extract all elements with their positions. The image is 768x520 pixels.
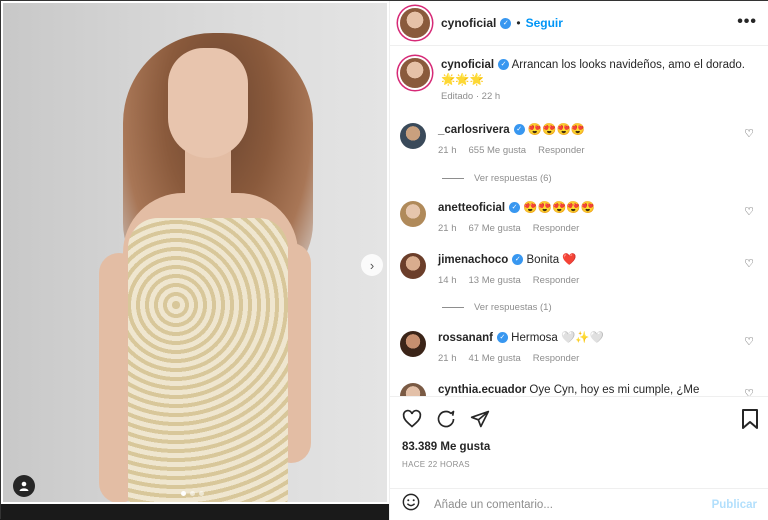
verified-badge-icon: ✓ (509, 202, 521, 214)
view-replies-button[interactable]: Ver respuestas (6) (442, 173, 552, 184)
heart-icon[interactable]: ♡ (744, 205, 754, 218)
caption-text-block: cynoficial ✓ Arrancan los looks navideños… (441, 58, 751, 88)
reply-button[interactable]: Responder (538, 143, 584, 158)
reply-button[interactable]: Responder (533, 221, 579, 236)
carousel-dot (199, 491, 204, 496)
comment-text: 😍😍😍😍😍 (523, 202, 595, 214)
comment-item: jimenachoco ✓ Bonita ❤️ 14 h 13 Me gusta … (400, 253, 760, 288)
avatar[interactable] (400, 58, 430, 88)
avatar[interactable] (400, 253, 426, 279)
view-replies-button[interactable]: Ver respuestas (1) (442, 302, 552, 313)
comment-time[interactable]: 14 h (438, 273, 457, 288)
carousel-dot (181, 491, 186, 496)
comment-time[interactable]: 21 h (438, 221, 457, 236)
comment-input[interactable]: Añade un comentario... (434, 499, 712, 511)
separator-dot: • (516, 16, 521, 30)
heart-icon[interactable] (402, 409, 422, 435)
heart-icon[interactable]: ♡ (744, 127, 754, 140)
caption-meta: Editado · 22 h (441, 91, 501, 102)
reply-button[interactable]: Responder (533, 351, 579, 366)
comment-composer: Añade un comentario... Publicar (390, 488, 768, 520)
heart-icon[interactable]: ♡ (744, 257, 754, 270)
post-caption: cynoficial ✓ Arrancan los looks navideños… (400, 58, 760, 102)
verified-badge-icon: ✓ (496, 332, 508, 344)
comment-text: Hermosa 🤍✨🤍 (511, 332, 604, 344)
follow-button[interactable]: Seguir (526, 16, 563, 30)
comment-icon[interactable] (436, 409, 456, 435)
comment-item: rossananf ✓ Hermosa 🤍✨🤍 21 h 41 Me gusta … (400, 331, 760, 366)
bookmark-icon[interactable] (741, 409, 759, 435)
heart-icon[interactable]: ♡ (744, 335, 754, 348)
next-arrow-icon[interactable]: › (361, 254, 383, 276)
heart-icon[interactable]: ♡ (744, 387, 754, 396)
likes-count[interactable]: 83.389 Me gusta (402, 441, 490, 453)
carousel-dot (190, 491, 195, 496)
post-actions: 83.389 Me gusta HACE 22 HORAS (390, 396, 768, 486)
comment-likes[interactable]: 13 Me gusta (469, 273, 521, 288)
avatar[interactable] (400, 8, 430, 38)
avatar[interactable] (400, 123, 426, 149)
verified-badge-icon: ✓ (500, 17, 512, 29)
comment-author[interactable]: cynthia.ecuador (438, 384, 526, 396)
emoji-icon[interactable] (402, 493, 420, 516)
reply-button[interactable]: Responder (533, 273, 579, 288)
post-time: HACE 22 HORAS (402, 460, 470, 469)
comment-item: cynthia.ecuador Oye Cyn, hoy es mi cumpl… (400, 383, 760, 396)
comment-author[interactable]: _carlosrivera (438, 124, 510, 136)
post-header: cynoficial ✓ • Seguir ••• (390, 1, 768, 46)
comment-item: _carlosrivera ✓ 😍😍😍😍 21 h 655 Me gusta Re… (400, 123, 760, 158)
carousel-dots (181, 491, 204, 496)
comment-item: anetteoficial ✓ 😍😍😍😍😍 21 h 67 Me gusta Re… (400, 201, 760, 236)
comment-likes[interactable]: 67 Me gusta (469, 221, 521, 236)
caption-author[interactable]: cynoficial (441, 59, 494, 71)
comment-author[interactable]: anetteoficial (438, 202, 505, 214)
view-replies-label: Ver respuestas (6) (474, 173, 552, 184)
post-photo[interactable]: › (3, 3, 387, 502)
comment-text: Bonita ❤️ (526, 254, 577, 266)
comment-likes[interactable]: 655 Me gusta (469, 143, 527, 158)
comment-time[interactable]: 21 h (438, 143, 457, 158)
publish-button[interactable]: Publicar (712, 499, 757, 511)
photo-face (168, 48, 248, 158)
post-author[interactable]: cynoficial (441, 16, 496, 30)
comment-author[interactable]: jimenachoco (438, 254, 508, 266)
post-modal: › cynoficial ✓ • Seguir ••• cynoficial ✓ … (0, 0, 768, 520)
share-icon[interactable] (470, 409, 490, 435)
replies-line (442, 178, 464, 179)
avatar[interactable] (400, 331, 426, 357)
replies-line (442, 307, 464, 308)
verified-badge-icon: ✓ (512, 254, 524, 266)
photo-dress (128, 218, 288, 502)
comment-text: 😍😍😍😍 (527, 124, 586, 136)
avatar[interactable] (400, 383, 426, 396)
comment-likes[interactable]: 41 Me gusta (469, 351, 521, 366)
verified-badge-icon: ✓ (498, 59, 510, 71)
verified-badge-icon: ✓ (513, 124, 525, 136)
tag-user-icon[interactable] (13, 475, 35, 497)
avatar[interactable] (400, 201, 426, 227)
comment-author[interactable]: rossananf (438, 332, 493, 344)
view-replies-label: Ver respuestas (1) (474, 302, 552, 313)
post-side-panel: cynoficial ✓ • Seguir ••• cynoficial ✓ Ar… (389, 1, 768, 520)
comment-time[interactable]: 21 h (438, 351, 457, 366)
photo-bottom-strip (1, 504, 389, 520)
more-icon[interactable]: ••• (737, 13, 757, 31)
